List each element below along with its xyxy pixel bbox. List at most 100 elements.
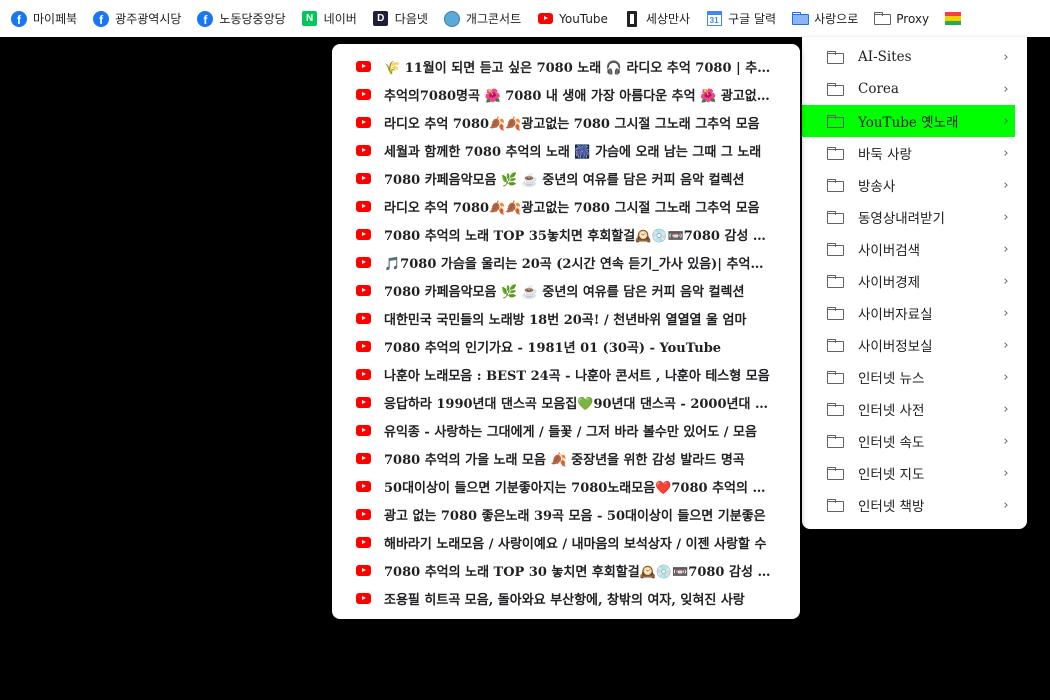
youtube-icon <box>356 60 371 72</box>
chevron-right-icon: › <box>1003 241 1009 257</box>
bookmark-item[interactable]: 나훈아 노래모음 : BEST 24곡 - 나훈아 콘서트 , 나훈아 테스형 … <box>332 360 800 388</box>
chevron-right-icon: › <box>1003 337 1009 353</box>
bookmark-item[interactable]: 광고 없는 7080 좋은노래 39곡 모음 - 50대이상이 들으면 기분좋은 <box>332 500 800 528</box>
youtube-icon <box>356 592 371 604</box>
folder-item-cyber-archive[interactable]: 사이버자료실 › <box>802 297 1015 329</box>
bookmark-item[interactable]: 추억의7080명곡 🌺 7080 내 생애 가장 아름다운 추억 🌺 광고없는 … <box>332 80 800 108</box>
folder-item-label: 인터넷 지도 <box>858 467 925 483</box>
bookmark-naver[interactable]: N 네이버 <box>302 5 362 33</box>
folder-item-video-download[interactable]: 동영상내려받기 › <box>802 201 1015 233</box>
bookmark-item-label: 7080 추억의 인기가요 - 1981년 01 (30곡) - YouTube <box>384 340 722 356</box>
bookmark-item[interactable]: 대한민국 국민들의 노래방 18번 20곡! / 천년바위 열열열 울 엄마 <box>332 304 800 332</box>
folder-icon <box>827 274 844 288</box>
folder-item-internet-bookstore[interactable]: 인터넷 책방 › <box>802 489 1015 521</box>
bookmark-item-label: 대한민국 국민들의 노래방 18번 20곡! / 천년바위 열열열 울 엄마 <box>384 312 747 328</box>
bookmark-gagconcert[interactable]: 개그콘서트 <box>443 5 526 33</box>
bookmark-label: 광주광역시당 <box>115 12 182 26</box>
youtube-icon <box>356 172 371 184</box>
folder-item-label: 사이버검색 <box>858 243 921 259</box>
gagconcert-icon <box>443 10 460 27</box>
chevron-right-icon: › <box>1003 145 1009 161</box>
youtube-icon <box>356 116 371 128</box>
folder-item-cyber-info[interactable]: 사이버정보실 › <box>802 329 1015 361</box>
chevron-right-icon: › <box>1003 177 1009 193</box>
bookmark-item[interactable]: 라디오 추억 7080🍂🍂광고없는 7080 그시절 그노래 그추억 모음 <box>332 192 800 220</box>
folder-item-label: 인터넷 사전 <box>858 403 925 419</box>
bookmark-item[interactable]: 유익종 - 사랑하는 그대에게 / 들꽃 / 그저 바라 볼수만 있어도 / 모… <box>332 416 800 444</box>
chevron-right-icon: › <box>1003 401 1009 417</box>
folder-item-label: 사이버정보실 <box>858 339 933 355</box>
folder-item-youtube-oldsongs[interactable]: YouTube 옛노래 › <box>802 105 1015 137</box>
bookmark-youtube[interactable]: YouTube <box>537 5 613 33</box>
youtube-icon <box>356 564 371 576</box>
bookmark-flag[interactable] <box>945 5 972 33</box>
flag-stripe <box>945 20 962 25</box>
folder-item-internet-dictionary[interactable]: 인터넷 사전 › <box>802 393 1015 425</box>
chevron-right-icon: › <box>1003 305 1009 321</box>
folder-icon <box>827 498 844 512</box>
bookmark-item-label: 해바라기 노래모음 / 사랑이예요 / 내마음의 보석상자 / 이젠 사랑할 수 <box>384 536 767 552</box>
folder-item-cyber-search[interactable]: 사이버검색 › <box>802 233 1015 265</box>
bookmark-item-label: 유익종 - 사랑하는 그대에게 / 들꽃 / 그저 바라 볼수만 있어도 / 모… <box>384 424 757 440</box>
folder-icon <box>827 402 844 416</box>
youtube-icon <box>356 368 371 380</box>
bookmark-item[interactable]: 🎵7080 가슴을 울리는 20곡 (2시간 연속 듣기_가사 있음)| 추억의… <box>332 248 800 276</box>
youtube-icon <box>356 396 371 408</box>
chevron-right-icon: › <box>1003 497 1009 513</box>
flag-icon <box>945 11 962 27</box>
bookmark-item[interactable]: 7080 추억의 가을 노래 모음 🍂 중장년을 위한 감성 발라드 명곡 <box>332 444 800 472</box>
bookmark-item[interactable]: 7080 추억의 노래 TOP 30 놓치면 후회할걸🕰️💿📼7080 감성 명… <box>332 556 800 584</box>
bookmark-item[interactable]: 7080 카페음악모음 🌿 ☕ 중년의 여유를 담은 커피 음악 컬렉션 <box>332 276 800 304</box>
folder-item-baduk[interactable]: 바둑 사랑 › <box>802 137 1015 169</box>
folder-item-broadcasters[interactable]: 방송사 › <box>802 169 1015 201</box>
folder-item-label: 방송사 <box>858 179 896 195</box>
folder-item-internet-news[interactable]: 인터넷 뉴스 › <box>802 361 1015 393</box>
bookmark-item[interactable]: 50대이상이 들으면 기분좋아지는 7080노래모음❤️7080 추억의 명곡 <box>332 472 800 500</box>
youtube-icon <box>356 424 371 436</box>
bookmark-gwangju-party[interactable]: f 광주광역시당 <box>93 5 186 33</box>
bookmark-labor-party[interactable]: f 노동당중앙당 <box>197 5 290 33</box>
bookmark-item[interactable]: 세월과 함께한 7080 추억의 노래 🎆 가슴에 오래 남는 그때 그 노래 <box>332 136 800 164</box>
bookmark-daum[interactable]: D 다음넷 <box>373 5 433 33</box>
folder-item-internet-map[interactable]: 인터넷 지도 › <box>802 457 1015 489</box>
google-calendar-icon: 31 <box>706 11 722 27</box>
bookmark-item-label: 응답하라 1990년대 댄스곡 모음집💚90년대 댄스곡 - 2000년대 명곡 <box>384 396 774 412</box>
bookmark-item[interactable]: 조용필 히트곡 모음, 돌아와요 부산항에, 창밖의 여자, 잊혀진 사랑 <box>332 584 800 612</box>
bookmark-item-label: 라디오 추억 7080🍂🍂광고없는 7080 그시절 그노래 그추억 모음 <box>384 200 760 216</box>
folder-item-internet-speed[interactable]: 인터넷 속도 › <box>802 425 1015 457</box>
bookmark-label: 마이페북 <box>33 12 78 26</box>
folder-item-cyber-economy[interactable]: 사이버경제 › <box>802 265 1015 297</box>
bookmark-google-calendar[interactable]: 31 구글 달력 <box>706 5 781 33</box>
bookmark-item[interactable]: 응답하라 1990년대 댄스곡 모음집💚90년대 댄스곡 - 2000년대 명곡 <box>332 388 800 416</box>
bookmark-folder-saranguro[interactable]: 사랑으로 <box>792 5 863 33</box>
chevron-right-icon: › <box>1003 49 1009 65</box>
bookmark-sesangmansa[interactable]: 세상만사 <box>624 5 695 33</box>
folder-icon <box>827 210 844 224</box>
bookmark-item-label: 🎵7080 가슴을 울리는 20곡 (2시간 연속 듣기_가사 있음)| 추억의… <box>384 256 774 272</box>
bookmark-item[interactable]: 🌾 11월이 되면 듣고 싶은 7080 노래 🎧 라디오 추억 7080 | … <box>332 52 800 80</box>
bookmark-label: 개그콘서트 <box>465 12 522 26</box>
folder-item-label: 바둑 사랑 <box>858 147 912 163</box>
folder-item-label: 인터넷 뉴스 <box>858 371 925 387</box>
bookmark-label: 다음넷 <box>394 12 428 26</box>
bookmark-item-label: 광고 없는 7080 좋은노래 39곡 모음 - 50대이상이 들으면 기분좋은 <box>384 508 766 524</box>
youtube-icon <box>356 452 371 464</box>
bookmark-label: Proxy <box>896 11 930 26</box>
folder-icon <box>827 370 844 384</box>
chevron-right-icon: › <box>1003 273 1009 289</box>
folder-item-corea[interactable]: Corea › <box>802 73 1015 105</box>
bookmark-label: 노동당중앙당 <box>219 12 286 26</box>
bookmark-folder-proxy[interactable]: Proxy <box>874 5 934 33</box>
bookmark-item-label: 나훈아 노래모음 : BEST 24곡 - 나훈아 콘서트 , 나훈아 테스형 … <box>384 368 770 384</box>
youtube-oldsongs-submenu: 🌾 11월이 되면 듣고 싶은 7080 노래 🎧 라디오 추억 7080 | … <box>332 44 800 619</box>
bookmark-item[interactable]: 7080 카페음악모음 🌿 ☕ 중년의 여유를 담은 커피 음악 컬렉션 <box>332 164 800 192</box>
bookmark-mypage[interactable]: f 마이페북 <box>11 5 82 33</box>
bookmark-item[interactable]: 7080 추억의 인기가요 - 1981년 01 (30곡) - YouTube <box>332 332 800 360</box>
folder-icon <box>827 242 844 256</box>
folder-icon <box>827 114 844 128</box>
bookmark-item[interactable]: 라디오 추억 7080🍂🍂광고없는 7080 그시절 그노래 그추억 모음 <box>332 108 800 136</box>
folder-item-ai-sites[interactable]: AI-Sites › <box>802 41 1015 73</box>
bookmark-item[interactable]: 해바라기 노래모음 / 사랑이예요 / 내마음의 보석상자 / 이젠 사랑할 수 <box>332 528 800 556</box>
bookmark-item[interactable]: 7080 추억의 노래 TOP 35놓치면 후회할걸🕰️💿📼7080 감성 명곡 <box>332 220 800 248</box>
bookmark-item-label: 조용필 히트곡 모음, 돌아와요 부산항에, 창밖의 여자, 잊혀진 사랑 <box>384 592 745 608</box>
